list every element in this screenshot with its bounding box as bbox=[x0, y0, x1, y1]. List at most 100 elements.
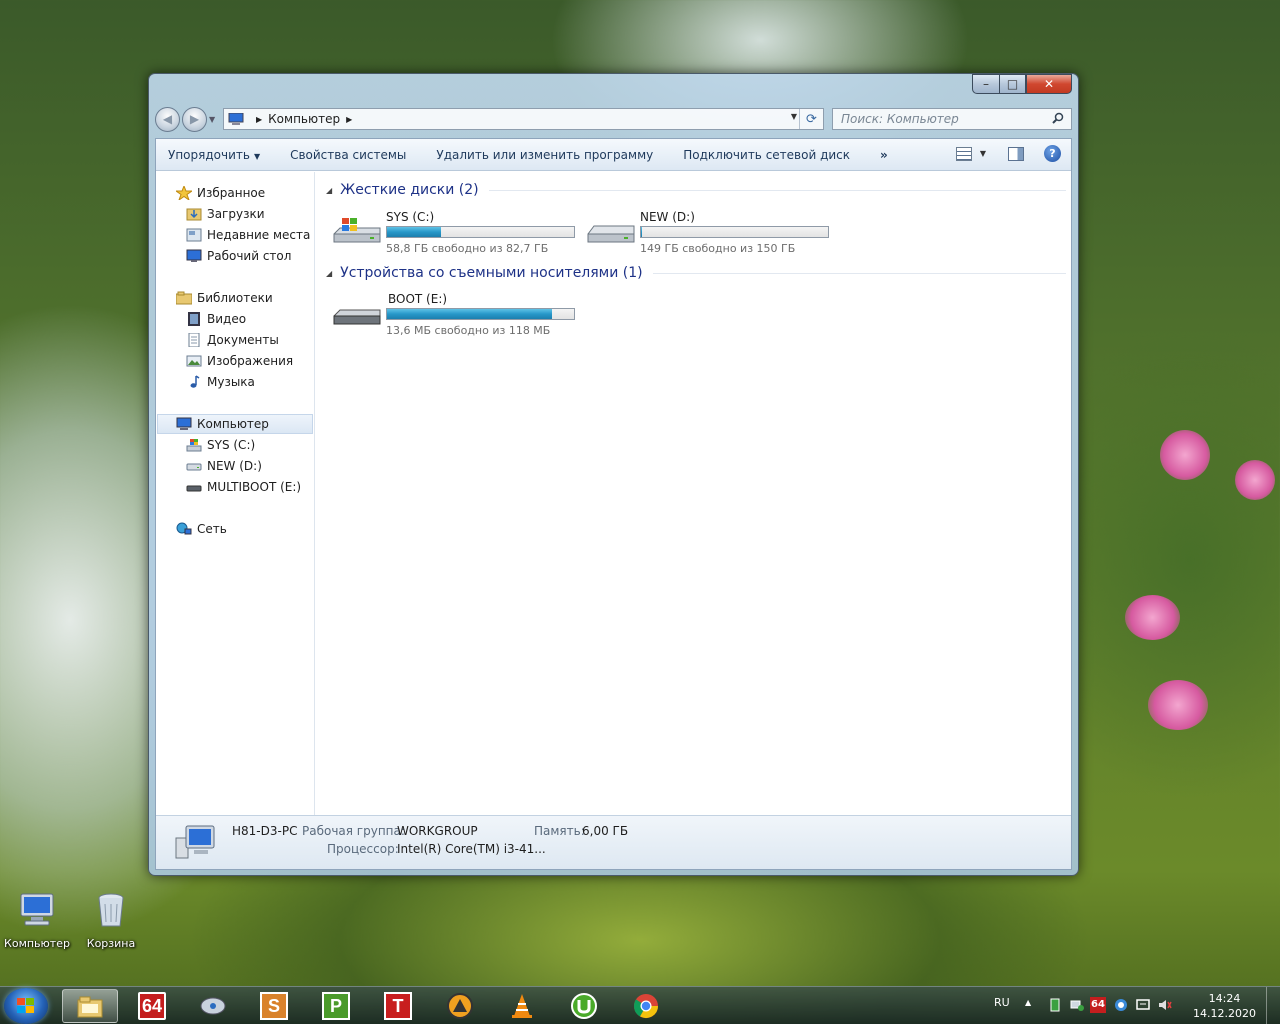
view-options-dropdown[interactable]: ▼ bbox=[980, 149, 986, 158]
drive-usage-fill bbox=[641, 227, 643, 237]
desktop-icon-label: Компьютер bbox=[4, 937, 70, 950]
map-network-drive-button[interactable]: Подключить сетевой диск bbox=[683, 148, 850, 162]
volume-icon[interactable] bbox=[1158, 998, 1172, 1012]
breadcrumb-computer[interactable]: Компьютер bbox=[268, 112, 340, 126]
preview-pane-icon[interactable] bbox=[1008, 146, 1024, 161]
taskbar-explorer[interactable] bbox=[62, 989, 118, 1023]
search-input[interactable]: Поиск: Компьютер bbox=[832, 108, 1072, 130]
address-bar[interactable]: ▶ Компьютер ▶ ▼ ⟳ bbox=[223, 108, 824, 130]
maximize-button[interactable]: □ bbox=[999, 74, 1026, 94]
close-button[interactable]: ✕ bbox=[1026, 74, 1072, 94]
clock-date: 14.12.2020 bbox=[1193, 1007, 1256, 1020]
system-drive-icon bbox=[186, 439, 202, 452]
taskbar-s-app[interactable]: S bbox=[246, 989, 302, 1023]
battery-monitor-icon[interactable] bbox=[1048, 998, 1062, 1012]
browser-tray-icon[interactable] bbox=[1114, 998, 1128, 1012]
show-hidden-icons-button[interactable]: ▲ bbox=[1025, 998, 1031, 1007]
nav-label: MULTIBOOT (E:) bbox=[207, 480, 302, 494]
back-button[interactable]: ◀ bbox=[155, 106, 180, 132]
group-title: Устройства со съемными носителями (1) bbox=[340, 265, 643, 281]
group-header-hard-drives[interactable]: ◢ Жесткие диски (2) bbox=[326, 182, 1066, 198]
t-app-icon: T bbox=[384, 992, 412, 1020]
address-dropdown[interactable]: ▼ bbox=[791, 112, 797, 121]
nav-libraries[interactable]: Библиотеки bbox=[176, 288, 273, 308]
nav-label: Недавние места bbox=[207, 228, 311, 242]
group-header-removable[interactable]: ◢ Устройства со съемными носителями (1) bbox=[326, 265, 1066, 281]
taskbar-vlc[interactable] bbox=[494, 989, 550, 1023]
taskbar-chrome[interactable] bbox=[618, 989, 674, 1023]
libraries-icon bbox=[176, 291, 192, 305]
change-view-icon[interactable] bbox=[955, 146, 972, 161]
nav-label: Документы bbox=[207, 333, 279, 347]
nav-network[interactable]: Сеть bbox=[176, 519, 227, 539]
nav-drive-d[interactable]: NEW (D:) bbox=[186, 456, 262, 476]
organize-menu[interactable]: Упорядочить ▼ bbox=[168, 148, 260, 162]
explorer-client-area: Упорядочить ▼ Свойства системы Удалить ил… bbox=[155, 138, 1072, 870]
show-desktop-button[interactable] bbox=[1266, 987, 1280, 1024]
cpu-label: Процессор: bbox=[327, 842, 399, 856]
star-icon bbox=[176, 186, 192, 200]
taskbar-aida64[interactable]: 64 bbox=[124, 989, 180, 1023]
breadcrumb-chevron-icon[interactable]: ▶ bbox=[256, 115, 262, 124]
nav-pictures[interactable]: Изображения bbox=[186, 351, 293, 371]
nav-videos[interactable]: Видео bbox=[186, 309, 246, 329]
removable-drive-icon bbox=[186, 485, 202, 492]
help-icon[interactable]: ? bbox=[1044, 145, 1061, 162]
taskbar-utorrent[interactable] bbox=[556, 989, 612, 1023]
memory-label: Память: bbox=[534, 824, 585, 838]
wallpaper-flower bbox=[1125, 595, 1180, 640]
desktop-icon-recycle-bin[interactable]: Корзина bbox=[76, 890, 146, 950]
desktop-icon bbox=[186, 249, 202, 262]
nav-label: Компьютер bbox=[197, 417, 269, 431]
computer-icon bbox=[176, 417, 192, 430]
s-app-icon: S bbox=[260, 992, 288, 1020]
taskbar-disk-tool[interactable] bbox=[185, 989, 241, 1023]
nav-favorites[interactable]: Избранное bbox=[176, 183, 265, 203]
nav-drive-e[interactable]: MULTIBOOT (E:) bbox=[186, 477, 301, 497]
windows-logo-icon bbox=[17, 998, 34, 1013]
vlc-cone-icon bbox=[512, 994, 532, 1018]
drive-item-c[interactable]: SYS (C:) 58,8 ГБ свободно из 82,7 ГБ bbox=[332, 210, 582, 255]
nav-music[interactable]: Музыка bbox=[186, 372, 255, 392]
more-commands-button[interactable]: » bbox=[880, 148, 888, 162]
nav-computer[interactable]: Компьютер bbox=[157, 414, 313, 434]
computer-icon bbox=[228, 113, 244, 125]
minimize-button[interactable]: – bbox=[972, 74, 999, 94]
command-bar: Упорядочить ▼ Свойства системы Удалить ил… bbox=[156, 139, 1071, 171]
drive-free-space: 58,8 ГБ свободно из 82,7 ГБ bbox=[386, 242, 549, 255]
nav-drive-c[interactable]: SYS (C:) bbox=[186, 435, 255, 455]
chrome-icon bbox=[634, 994, 658, 1019]
system-properties-button[interactable]: Свойства системы bbox=[290, 148, 406, 162]
desktop-icon-computer[interactable]: Компьютер bbox=[2, 890, 72, 950]
language-indicator[interactable]: RU bbox=[994, 996, 1010, 1009]
network-status-icon[interactable] bbox=[1070, 998, 1084, 1012]
drive-item-d[interactable]: NEW (D:) 149 ГБ свободно из 150 ГБ bbox=[586, 210, 836, 255]
collapse-icon[interactable]: ◢ bbox=[326, 186, 332, 195]
taskbar-aimp[interactable] bbox=[432, 989, 488, 1023]
collapse-icon[interactable]: ◢ bbox=[326, 269, 332, 278]
workgroup-label: Рабочая группа: bbox=[302, 824, 405, 838]
forward-button[interactable]: ▶ bbox=[182, 106, 207, 132]
refresh-button[interactable]: ⟳ bbox=[799, 109, 823, 129]
aida64-tray-badge[interactable]: 64 bbox=[1090, 997, 1106, 1013]
nav-desktop[interactable]: Рабочий стол bbox=[186, 246, 291, 266]
search-icon[interactable] bbox=[1052, 112, 1064, 124]
breadcrumb-chevron-icon[interactable]: ▶ bbox=[346, 115, 352, 124]
taskbar-t-app[interactable]: T bbox=[370, 989, 426, 1023]
nav-downloads[interactable]: Загрузки bbox=[186, 204, 265, 224]
taskbar: 64 S P T RU ▲ 64 14:24 14.12.2020 bbox=[0, 986, 1280, 1024]
nav-label: Сеть bbox=[197, 522, 227, 536]
taskbar-p-app[interactable]: P bbox=[308, 989, 364, 1023]
drive-item-e[interactable]: BOOT (E:) 13,6 МБ свободно из 118 МБ bbox=[332, 292, 582, 337]
utorrent-icon bbox=[571, 993, 597, 1019]
start-button[interactable] bbox=[4, 988, 48, 1024]
nav-recent-places[interactable]: Недавние места bbox=[186, 225, 310, 245]
system-drive-icon bbox=[333, 218, 381, 243]
action-center-icon[interactable] bbox=[1136, 998, 1150, 1012]
clock[interactable]: 14:24 14.12.2020 bbox=[1193, 991, 1256, 1021]
drive-name: NEW (D:) bbox=[640, 210, 695, 224]
recent-pages-dropdown[interactable]: ▼ bbox=[209, 115, 219, 124]
uninstall-program-button[interactable]: Удалить или изменить программу bbox=[436, 148, 653, 162]
computer-icon bbox=[175, 825, 215, 859]
nav-documents[interactable]: Документы bbox=[186, 330, 279, 350]
